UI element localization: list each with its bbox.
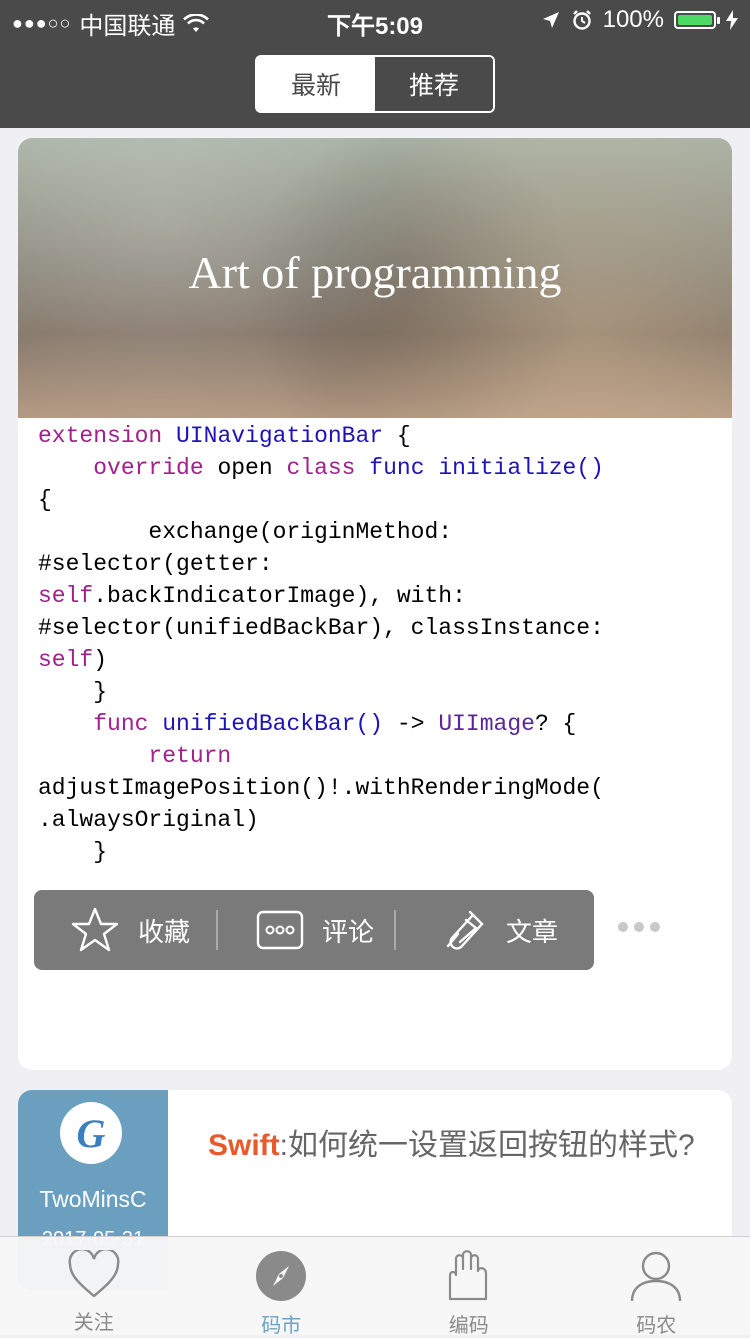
segment-recommended[interactable]: 推荐	[375, 57, 493, 111]
post-card[interactable]: Art of programming extension UINavigatio…	[18, 138, 732, 1070]
tab-code[interactable]: 编码	[375, 1237, 563, 1335]
comment-icon	[256, 910, 304, 950]
tab-coder[interactable]: 码农	[563, 1237, 750, 1335]
divider	[394, 910, 396, 950]
favorite-button[interactable]: 收藏	[70, 890, 190, 970]
tab-bar: 关注 码市 编码 码农	[0, 1236, 750, 1335]
tab-follow[interactable]: 关注	[0, 1237, 188, 1335]
article-button[interactable]: 文章	[442, 890, 558, 970]
article-label: 文章	[506, 912, 558, 949]
author-logo: G	[60, 1102, 122, 1164]
heart-icon	[67, 1250, 121, 1300]
banner-title: Art of programming	[18, 246, 732, 299]
segment-latest[interactable]: 最新	[257, 57, 375, 111]
segmented-control: 最新 推荐	[255, 55, 495, 113]
article-title-rest: :如何统一设置返回按钮的样式?	[280, 1129, 695, 1162]
divider	[216, 910, 218, 950]
favorite-label: 收藏	[138, 912, 190, 949]
star-icon	[70, 906, 120, 954]
tab-follow-label: 关注	[74, 1306, 114, 1335]
battery-icon	[674, 11, 716, 29]
location-arrow-icon	[541, 10, 561, 30]
link-icon	[442, 906, 488, 954]
nav-bar: 最新 推荐	[0, 40, 750, 128]
comment-label: 评论	[322, 912, 374, 949]
bolt-icon	[726, 10, 738, 30]
article-title-highlight: Swift	[208, 1129, 280, 1162]
author-name: TwoMinsC	[18, 1186, 168, 1213]
compass-icon	[254, 1249, 308, 1303]
comment-button[interactable]: 评论	[256, 890, 374, 970]
article-title[interactable]: Swift:如何统一设置返回按钮的样式?	[208, 1126, 698, 1166]
hand-icon	[442, 1249, 496, 1303]
battery-percent: 100%	[603, 6, 664, 34]
person-icon	[629, 1249, 683, 1303]
banner-image: Art of programming	[18, 138, 732, 418]
action-bar: 收藏 评论 文章	[34, 890, 594, 970]
tab-market[interactable]: 码市	[188, 1237, 376, 1335]
alarm-icon	[571, 9, 593, 31]
more-dots-icon[interactable]	[618, 922, 660, 932]
status-bar: ●●●○○ 中国联通 下午5:09 100%	[0, 0, 750, 40]
code-snippet: extension UINavigationBar { override ope…	[38, 420, 728, 868]
